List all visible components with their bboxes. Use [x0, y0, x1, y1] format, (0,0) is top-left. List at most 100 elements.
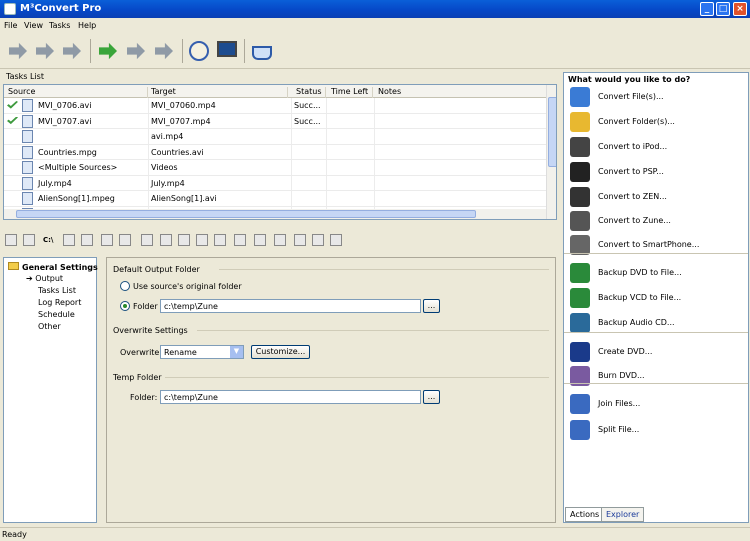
edit-task-button[interactable]	[60, 38, 84, 64]
secondary-toolbar: C:\	[3, 232, 557, 250]
properties-icon[interactable]	[274, 234, 286, 246]
table-row[interactable]: avi.mp4	[4, 129, 546, 145]
tab-explorer[interactable]: Explorer	[601, 507, 645, 522]
column-notes[interactable]: Notes	[378, 87, 438, 98]
menu-help[interactable]: Help	[78, 21, 96, 30]
folder-browse-button[interactable]: ...	[423, 299, 440, 313]
schedule-button[interactable]	[186, 38, 210, 64]
temp-folder-browse-button[interactable]: ...	[423, 390, 440, 404]
column-time-left[interactable]: Time Left	[331, 87, 373, 98]
action-item[interactable]: Convert to PSP...	[564, 160, 748, 184]
building-alt-icon[interactable]	[330, 234, 342, 246]
tree-item-other[interactable]: Other	[38, 322, 61, 331]
action-icon	[570, 313, 590, 333]
table-row[interactable]: July.mp4 July.mp4	[4, 176, 546, 191]
menu-view[interactable]: View	[24, 21, 43, 30]
monitor-button[interactable]	[214, 38, 238, 64]
select-icon[interactable]	[23, 234, 35, 246]
actions-panel: What would you like to do? Convert File(…	[563, 72, 749, 523]
column-status[interactable]: Status	[296, 87, 326, 98]
action-item[interactable]: Split File...	[564, 418, 748, 442]
stop-button[interactable]	[152, 38, 176, 64]
tree-item-output[interactable]: ➔ Output	[26, 274, 63, 283]
action-item[interactable]: Convert to Zune...	[564, 209, 748, 233]
scroll-thumb[interactable]	[16, 210, 476, 218]
cell-status: Succ...	[294, 101, 321, 110]
select-all-icon[interactable]	[5, 234, 17, 246]
action-item[interactable]: Burn DVD...	[564, 364, 748, 388]
basket-button[interactable]	[250, 38, 274, 64]
temp-folder-heading: Temp Folder	[113, 373, 162, 382]
film-strip-icon[interactable]	[119, 234, 131, 246]
action-item[interactable]: Convert File(s)...	[564, 85, 748, 109]
maximize-button[interactable]: □	[716, 2, 730, 16]
use-source-radio[interactable]	[120, 281, 130, 291]
start-button[interactable]	[96, 38, 120, 64]
copy-icon[interactable]	[160, 234, 172, 246]
action-item[interactable]: Create DVD...	[564, 340, 748, 364]
move-up-icon[interactable]	[234, 234, 246, 246]
folder-radio[interactable]	[120, 301, 130, 311]
cell-source: <Multiple Sources>	[38, 163, 118, 172]
menu-tasks[interactable]: Tasks	[49, 21, 70, 30]
overwrite-label: Overwrite:	[120, 348, 163, 357]
action-item[interactable]: Convert to iPod...	[564, 135, 748, 159]
tree-item-tasks-list[interactable]: Tasks List	[38, 286, 76, 295]
action-icon	[570, 112, 590, 132]
grid-icon[interactable]	[141, 234, 153, 246]
film-edit-icon[interactable]	[101, 234, 113, 246]
table-row[interactable]: MVI_0706.avi MVI_07060.mp4 Succ...	[4, 98, 546, 114]
film-icon[interactable]	[81, 234, 93, 246]
paste-icon[interactable]	[178, 234, 190, 246]
action-icon	[570, 137, 590, 157]
table-row[interactable]: Countries.mpg Countries.avi	[4, 145, 546, 160]
action-icon	[570, 342, 590, 362]
delete-icon[interactable]	[214, 234, 226, 246]
scroll-thumb[interactable]	[548, 97, 556, 167]
action-item[interactable]: Join Files...	[564, 392, 748, 416]
action-label: Backup Audio CD...	[598, 318, 675, 327]
temp-folder-input[interactable]: c:\temp\Zune	[160, 390, 421, 404]
action-item[interactable]: Convert to ZEN...	[564, 185, 748, 209]
drive-path-icon[interactable]: C:\	[43, 236, 54, 244]
action-item[interactable]: Convert Folder(s)...	[564, 110, 748, 134]
close-button[interactable]: ×	[733, 2, 747, 16]
building-icon[interactable]	[312, 234, 324, 246]
table-row[interactable]: AlienSong[1].mpeg AlienSong[1].avi	[4, 191, 546, 207]
action-label: Convert to Zune...	[598, 216, 671, 225]
action-item[interactable]: Backup VCD to File...	[564, 286, 748, 310]
table-row[interactable]: <Multiple Sources> Videos	[4, 160, 546, 176]
folder-icon[interactable]	[63, 234, 75, 246]
cell-target: avi.mp4	[151, 132, 184, 141]
vertical-scrollbar[interactable]	[546, 85, 556, 219]
cell-target: AlienSong[1].avi	[151, 194, 217, 203]
check-icon	[7, 101, 18, 109]
horizontal-scrollbar[interactable]	[4, 209, 546, 219]
action-icon	[570, 394, 590, 414]
tree-item-schedule[interactable]: Schedule	[38, 310, 75, 319]
document-icon[interactable]	[196, 234, 208, 246]
tasks-grid: Source Target Status Time Left Notes MVI…	[3, 84, 557, 220]
action-label: Burn DVD...	[598, 371, 645, 380]
move-down-icon[interactable]	[254, 234, 266, 246]
menu-file[interactable]: File	[4, 21, 17, 30]
overwrite-select[interactable]: Rename ▼	[160, 345, 244, 359]
folder-input[interactable]: c:\temp\Zune	[160, 299, 421, 313]
pause-button[interactable]	[124, 38, 148, 64]
add-multiple-button[interactable]	[33, 38, 57, 64]
tab-actions[interactable]: Actions	[565, 507, 605, 522]
table-row[interactable]: MVI_0707.avi MVI_0707.mp4 Succ...	[4, 114, 546, 129]
action-item[interactable]: Backup DVD to File...	[564, 261, 748, 285]
arrow-icon	[9, 42, 27, 60]
tree-item-log-report[interactable]: Log Report	[38, 298, 81, 307]
window-icon[interactable]	[294, 234, 306, 246]
column-source[interactable]: Source	[8, 87, 148, 98]
minimize-button[interactable]: _	[700, 2, 714, 16]
title-bar: M³Convert Pro _ □ ×	[0, 0, 750, 18]
customize-button[interactable]: Customize...	[251, 345, 310, 359]
action-label: Backup VCD to File...	[598, 293, 682, 302]
main-toolbar	[0, 33, 750, 69]
column-target[interactable]: Target	[151, 87, 288, 98]
add-task-button[interactable]	[6, 38, 30, 64]
tree-root[interactable]: General Settings	[8, 262, 98, 272]
